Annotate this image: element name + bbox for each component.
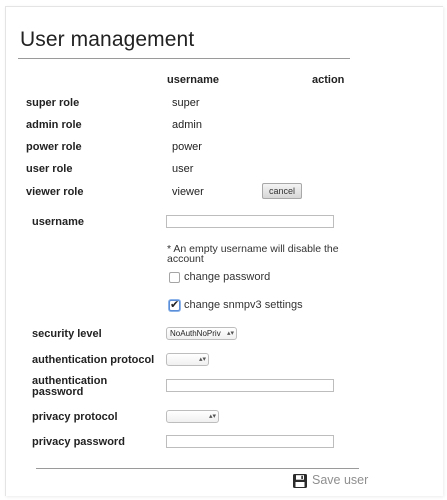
column-header-username: username — [167, 74, 219, 86]
column-header-action: action — [312, 74, 345, 86]
page-title: User management — [20, 28, 195, 51]
title-divider — [18, 58, 350, 59]
change-password-checkbox[interactable] — [169, 272, 180, 283]
username-input[interactable] — [166, 215, 334, 228]
save-user-label: Save user — [312, 473, 369, 487]
role-username-power: power — [172, 141, 202, 153]
change-password-label[interactable]: change password — [184, 271, 270, 283]
auth-protocol-label: authentication protocol — [32, 354, 155, 366]
privacy-password-label: privacy password — [32, 436, 125, 448]
security-level-select[interactable]: NoAuthNoPriv ▴▾ — [166, 327, 237, 340]
user-management-panel: User management username action super ro… — [5, 6, 443, 496]
empty-username-note: * An empty username will disable the acc… — [167, 243, 339, 265]
role-label-super: super role — [26, 97, 80, 109]
username-label: username — [32, 216, 84, 228]
role-label-power: power role — [26, 141, 82, 153]
select-arrows-icon: ▴▾ — [198, 356, 206, 363]
role-username-user: user — [172, 163, 194, 175]
security-level-value: NoAuthNoPriv — [170, 329, 221, 338]
auth-password-input[interactable] — [166, 379, 334, 392]
cancel-button[interactable]: cancel — [262, 183, 302, 199]
role-username-super: super — [172, 97, 200, 109]
privacy-protocol-label: privacy protocol — [32, 411, 118, 423]
change-snmpv3-checkbox[interactable] — [169, 298, 180, 311]
footer-divider — [36, 468, 359, 469]
floppy-disk-icon — [293, 474, 307, 488]
auth-password-label: authentication password — [32, 375, 108, 398]
role-label-viewer: viewer role — [26, 186, 84, 198]
select-arrows-icon: ▴▾ — [208, 413, 216, 420]
role-username-admin: admin — [172, 119, 202, 131]
privacy-password-input[interactable] — [166, 435, 334, 448]
select-arrows-icon: ▴▾ — [226, 330, 234, 337]
change-snmpv3-label[interactable]: change snmpv3 settings — [184, 299, 303, 311]
role-label-admin: admin role — [26, 119, 82, 131]
auth-protocol-select[interactable]: ▴▾ — [166, 353, 209, 366]
security-level-label: security level — [32, 328, 102, 340]
role-username-viewer: viewer — [172, 186, 204, 198]
privacy-protocol-select[interactable]: ▴▾ — [166, 410, 219, 423]
role-label-user: user role — [26, 163, 73, 175]
